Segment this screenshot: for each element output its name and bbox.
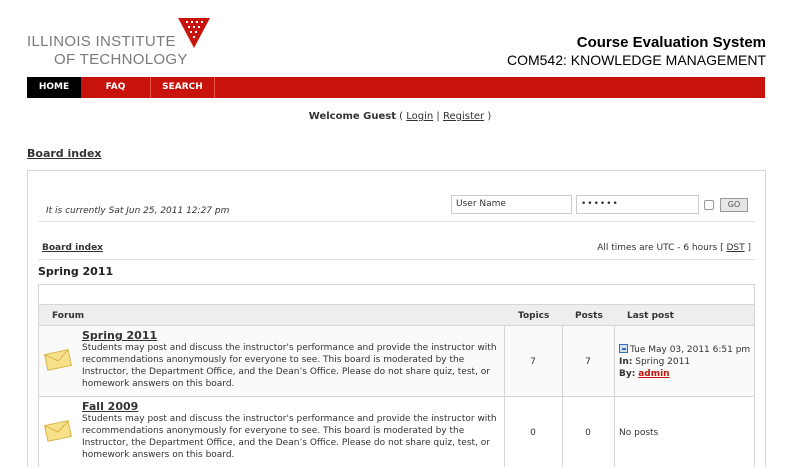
dst-label: DST	[726, 243, 745, 253]
table-header: Forum Topics Posts Last post	[39, 305, 754, 326]
page-header: ILLINOIS INSTITUTE OF TECHNOLOGY Course …	[0, 0, 800, 78]
welcome-bar: Welcome Guest ( Login | Register )	[0, 111, 800, 122]
autologin-checkbox[interactable]	[704, 200, 714, 210]
nav-home[interactable]: HOME	[27, 77, 81, 98]
username-input[interactable]: User Name	[451, 195, 572, 214]
cell-divider	[614, 326, 615, 396]
current-time: It is currently Sat Jun 25, 2011 12:27 p…	[46, 206, 230, 216]
last-post-by-label: By:	[619, 369, 636, 379]
main-nav: HOME FAQ SEARCH	[27, 77, 765, 98]
iit-logo-icon	[178, 18, 210, 49]
cell-divider	[562, 326, 563, 396]
forum-description: Students may post and discuss the instru…	[82, 343, 497, 389]
last-post-info: Tue May 03, 2011 6:51 pm In: Spring 2011…	[619, 344, 750, 380]
latest-post-icon[interactable]	[619, 344, 628, 353]
forum-title-link[interactable]: Spring 2011	[82, 329, 157, 342]
topics-count: 0	[530, 428, 536, 438]
login-link[interactable]: Login	[406, 111, 433, 122]
category-title: Spring 2011	[38, 265, 114, 278]
envelope-icon	[44, 349, 72, 371]
last-post-date: Tue May 03, 2011 6:51 pm	[630, 345, 751, 355]
cell-divider	[614, 397, 615, 467]
divider	[38, 221, 755, 222]
welcome-close: )	[484, 111, 492, 122]
forum-row: Fall 2009 Students may post and discuss …	[39, 397, 754, 467]
timezone-info: All times are UTC - 6 hours [ DST ]	[597, 243, 751, 253]
nav-search[interactable]: SEARCH	[151, 77, 215, 98]
cell-divider	[504, 397, 505, 467]
topics-count: 7	[530, 357, 536, 367]
welcome-sep: |	[433, 111, 443, 122]
password-input[interactable]: ••••••	[576, 195, 699, 214]
col-posts: Posts	[575, 311, 603, 321]
board-index-link[interactable]: Board index	[42, 243, 103, 253]
welcome-open: (	[395, 111, 407, 122]
forum-description: Students may post and discuss the instru…	[82, 414, 497, 460]
cell-divider	[562, 397, 563, 467]
breadcrumb-board-index[interactable]: Board index	[27, 147, 102, 160]
col-topics: Topics	[518, 311, 550, 321]
last-post-author-link[interactable]: admin	[638, 369, 669, 379]
iit-logo[interactable]: ILLINOIS INSTITUTE OF TECHNOLOGY	[27, 18, 237, 70]
main-panel: It is currently Sat Jun 25, 2011 12:27 p…	[27, 170, 766, 467]
last-post-forum: Spring 2011	[635, 357, 691, 367]
timezone-suffix: ]	[744, 243, 751, 253]
site-subtitle: COM542: KNOWLEDGE MANAGEMENT	[506, 52, 766, 68]
nav-faq[interactable]: FAQ	[81, 77, 151, 98]
table-top-bar	[39, 285, 754, 305]
cell-divider	[504, 326, 505, 396]
divider	[38, 259, 755, 260]
no-posts-label: No posts	[619, 428, 659, 438]
login-go-button[interactable]: GO	[720, 198, 748, 212]
col-forum: Forum	[52, 311, 85, 321]
logo-text-line1: ILLINOIS INSTITUTE	[27, 33, 176, 50]
site-title: Course Evaluation System	[576, 34, 766, 51]
welcome-greeting: Welcome Guest	[308, 111, 396, 122]
forum-table: Forum Topics Posts Last post Spring 2011…	[38, 284, 755, 467]
posts-count: 0	[585, 428, 591, 438]
register-link[interactable]: Register	[443, 111, 484, 122]
envelope-icon	[44, 420, 72, 442]
logo-text-line2: OF TECHNOLOGY	[54, 51, 188, 68]
timezone-prefix: All times are UTC - 6 hours [	[597, 243, 727, 253]
forum-row: Spring 2011 Students may post and discus…	[39, 326, 754, 397]
last-post-in-label: In:	[619, 357, 633, 367]
posts-count: 7	[585, 357, 591, 367]
forum-title-link[interactable]: Fall 2009	[82, 400, 138, 413]
col-last-post: Last post	[627, 311, 674, 321]
